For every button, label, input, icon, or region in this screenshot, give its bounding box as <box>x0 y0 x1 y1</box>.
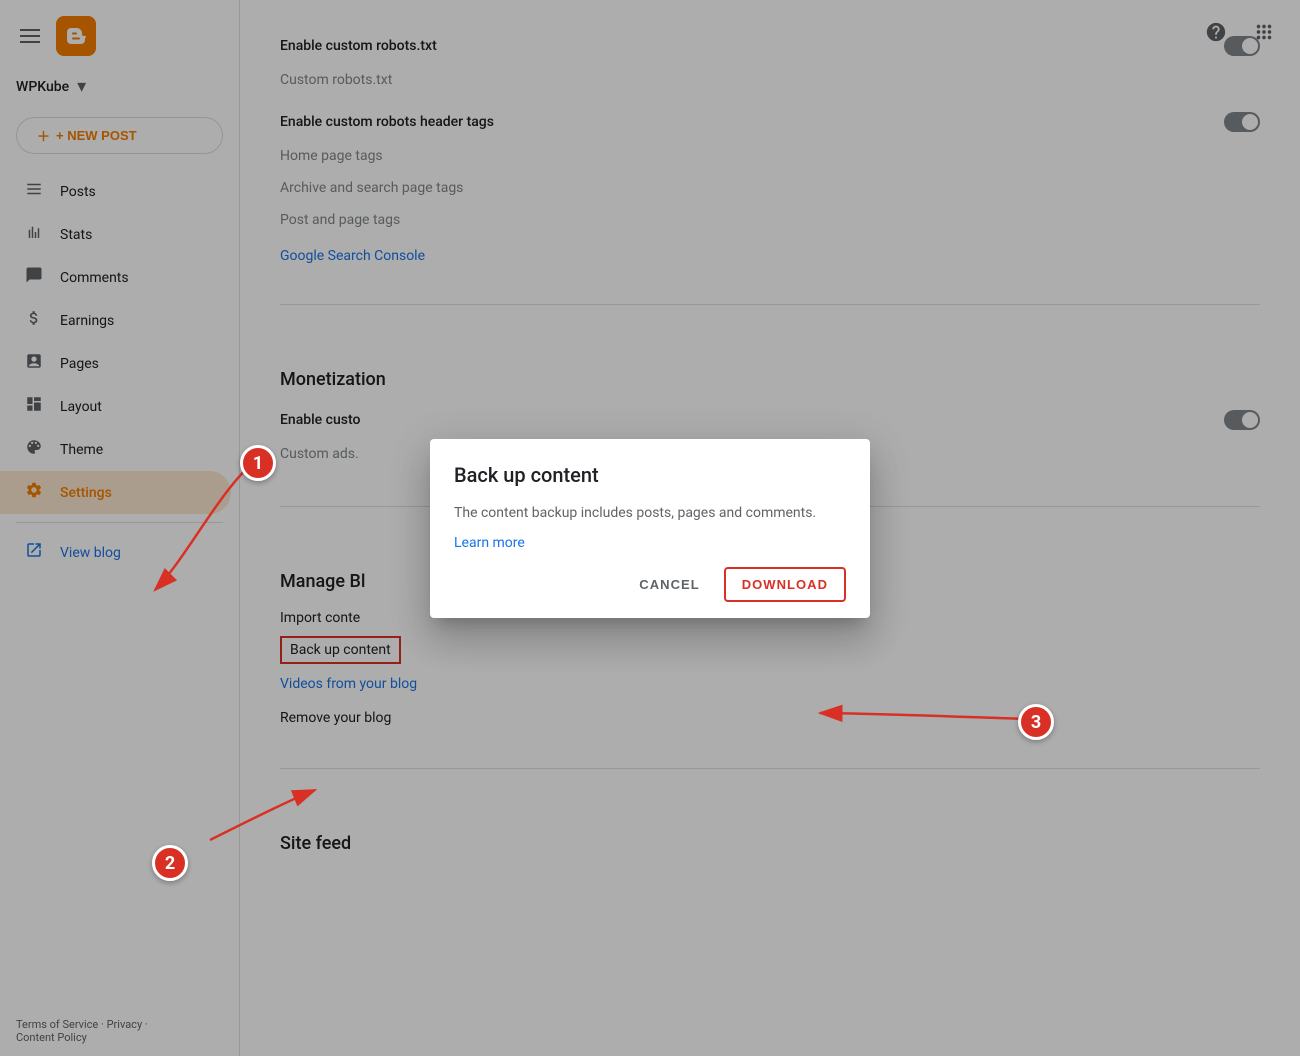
download-button[interactable]: DOWNLOAD <box>724 567 846 602</box>
cancel-button[interactable]: CANCEL <box>623 569 715 600</box>
modal-overlay[interactable]: Back up content The content backup inclu… <box>0 0 1300 1056</box>
dialog-title: Back up content <box>454 463 846 487</box>
backup-dialog: Back up content The content backup inclu… <box>430 439 870 618</box>
dialog-actions: CANCEL DOWNLOAD <box>454 551 846 610</box>
learn-more-link[interactable]: Learn more <box>454 535 525 551</box>
dialog-body: The content backup includes posts, pages… <box>454 503 846 524</box>
